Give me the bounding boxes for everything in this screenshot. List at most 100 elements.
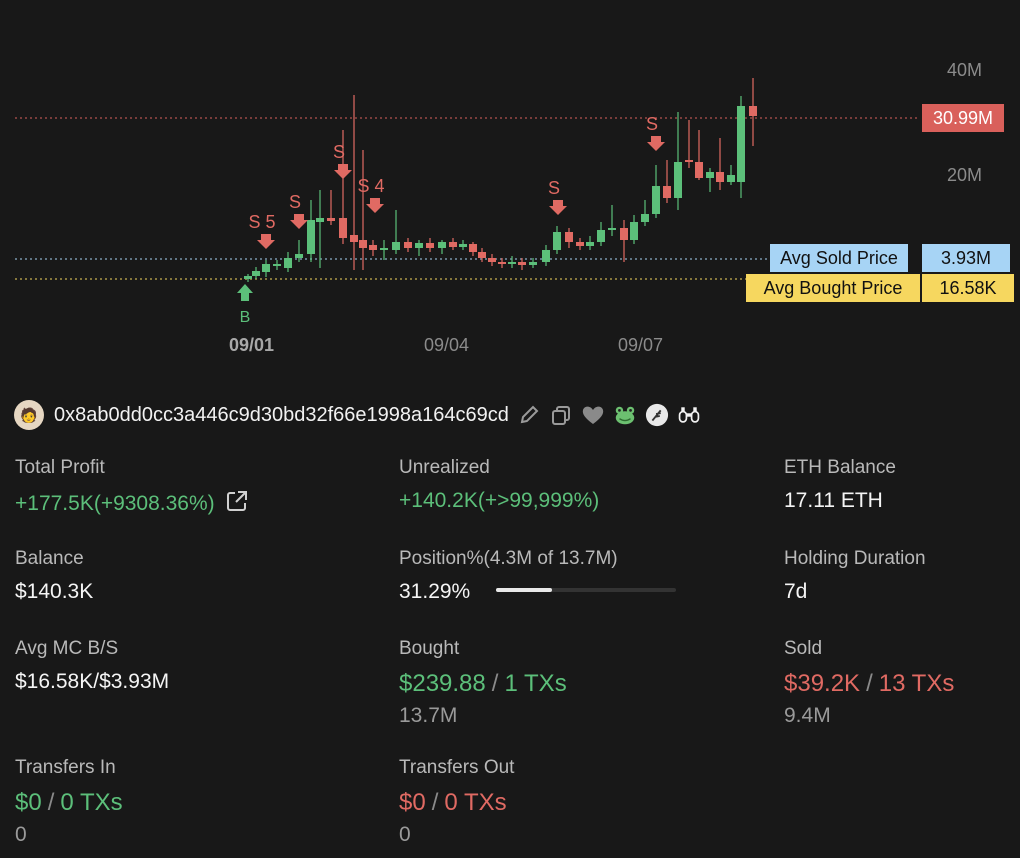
x-tick-0907: 09/07	[618, 335, 664, 355]
sold-txs[interactable]: 13 TXs	[879, 670, 955, 697]
sell-marker-label: S	[646, 114, 658, 134]
candle-body	[339, 218, 347, 238]
total-profit: Total Profit +177.5K(+9308.36%)	[15, 457, 249, 519]
avg-bought-price-value: 16.58K	[922, 274, 1014, 302]
candle-body	[488, 258, 496, 262]
candle-body	[565, 232, 573, 242]
candle-body	[369, 245, 377, 250]
candle-body	[706, 172, 714, 178]
candle-body	[542, 250, 550, 262]
bought-txs[interactable]: 1 TXs	[504, 670, 566, 697]
candle-body	[359, 240, 367, 248]
sell-marker-label: S 4	[357, 176, 384, 196]
bought-sub: 13.7M	[399, 704, 458, 727]
sell-arrow-icon	[366, 198, 384, 213]
sell-marker-label: S 5	[248, 212, 275, 232]
transfers-in-sub: 0	[15, 823, 27, 846]
transfers-out-amount: $0	[399, 789, 426, 816]
holding-value: 7d	[784, 580, 808, 603]
feather-icon[interactable]	[645, 403, 669, 427]
candle-body	[641, 214, 649, 222]
share-icon[interactable]	[225, 489, 249, 519]
position-label: Position%(4.3M of 13.7M)	[399, 548, 618, 569]
holding-label: Holding Duration	[784, 548, 926, 569]
candle-body	[553, 232, 561, 250]
transfers-in: Transfers In $0/0 TXs 0	[15, 757, 123, 847]
sell-arrow-icon	[549, 200, 567, 215]
binoculars-icon[interactable]	[677, 403, 701, 427]
buy-marker-label: B	[240, 309, 251, 326]
candle-body	[469, 244, 477, 252]
frog-icon[interactable]	[613, 403, 637, 427]
position-progress-fill	[496, 588, 553, 593]
candle-body	[392, 242, 400, 250]
avg-sold-price-label: Avg Sold Price	[770, 244, 908, 272]
candle-body	[498, 262, 506, 264]
avg-mc: Avg MC B/S $16.58K/$3.93M	[15, 638, 169, 694]
candle-body	[695, 162, 703, 178]
avg-mc-value: $16.58K/$3.93M	[15, 670, 170, 693]
bought: Bought $239.88/1 TXs 13.7M	[399, 638, 567, 728]
candlestick-chart: S 5 S S S 4 S S B	[15, 78, 920, 326]
candle-body	[284, 258, 292, 268]
unrealized-value: +140.2K(+>99,999%)	[399, 489, 600, 512]
transfers-out-txs[interactable]: 0 TXs	[444, 789, 506, 816]
holding-duration: Holding Duration 7d	[784, 548, 926, 604]
bought-label: Bought	[399, 638, 460, 659]
position-value: 31.29%	[399, 580, 471, 603]
candle-body	[749, 106, 757, 116]
transfers-out: Transfers Out $0/0 TXs 0	[399, 757, 514, 847]
avg-bought-price-label: Avg Bought Price	[746, 274, 920, 302]
separator: /	[431, 789, 439, 816]
copy-icon[interactable]	[549, 403, 573, 427]
transfers-in-txs[interactable]: 0 TXs	[60, 789, 122, 816]
balance-value: $140.3K	[15, 580, 94, 603]
transfers-out-sub: 0	[399, 823, 411, 846]
buy-arrow-icon	[237, 284, 253, 301]
heart-icon[interactable]	[581, 403, 605, 427]
candle-body	[262, 264, 270, 272]
candle-body	[608, 228, 616, 230]
y-tick-20m: 20M	[946, 165, 982, 185]
x-tick-0904: 09/04	[424, 335, 470, 355]
transfers-out-label: Transfers Out	[399, 757, 515, 778]
y-tick-40m: 40M	[946, 60, 982, 80]
wallet-row: 🧑 0x8ab0dd0cc3a446c9d30bd32f66e1998a164c…	[14, 400, 701, 430]
price-chart[interactable]: S 5 S S S 4 S S B 40M 20M 30.99M Avg Sold Pric…	[0, 0, 1020, 370]
transfers-in-label: Transfers In	[15, 757, 116, 778]
separator: /	[491, 670, 499, 697]
edit-icon[interactable]	[517, 403, 541, 427]
sell-arrow-icon	[257, 234, 275, 249]
wallet-address[interactable]: 0x8ab0dd0cc3a446c9d30bd32f66e1998a164c69…	[54, 404, 509, 427]
candle-body	[295, 254, 303, 258]
candle-body	[630, 222, 638, 240]
balance-label: Balance	[15, 548, 84, 569]
eth-balance-label: ETH Balance	[784, 457, 896, 478]
candle-body	[685, 160, 693, 162]
candle-body	[350, 235, 358, 242]
candle-body	[529, 262, 537, 265]
eth-balance: ETH Balance 17.11 ETH	[784, 457, 896, 513]
candle-body	[404, 242, 412, 248]
candle-body	[327, 218, 335, 221]
candle-body	[244, 276, 252, 279]
total-profit-value: +177.5K(+9308.36%)	[15, 492, 215, 515]
sell-marker-label: S	[333, 142, 345, 162]
candle-body	[727, 175, 735, 182]
sell-arrow-icon	[334, 164, 352, 179]
candle-body	[652, 186, 660, 214]
sell-marker-label: S	[548, 178, 560, 198]
candle-body	[316, 218, 324, 222]
candle-body	[663, 186, 671, 198]
sold-amount: $39.2K	[784, 670, 861, 697]
avatar: 🧑	[14, 400, 44, 430]
candle-body	[273, 264, 281, 266]
separator: /	[47, 789, 55, 816]
candle-body	[449, 242, 457, 247]
candle-body	[415, 243, 423, 248]
candle-body	[508, 262, 516, 264]
position-progress-bar	[496, 588, 677, 593]
candle-body	[576, 242, 584, 246]
sold-label: Sold	[784, 638, 823, 659]
balance: Balance $140.3K	[15, 548, 93, 604]
